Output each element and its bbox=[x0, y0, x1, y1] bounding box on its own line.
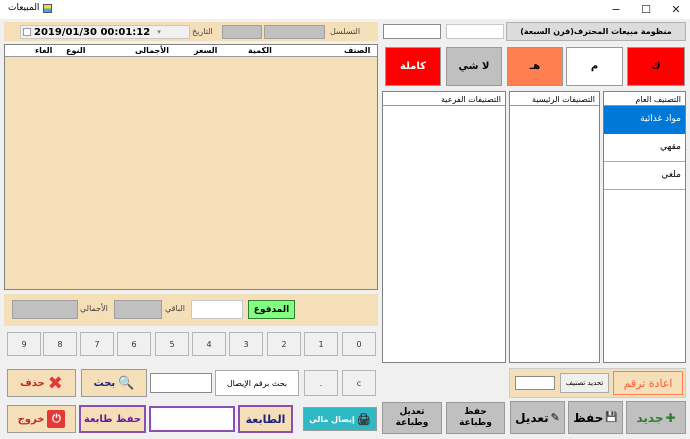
renumber-input[interactable] bbox=[515, 376, 555, 390]
col-item[interactable]: الصنف bbox=[344, 46, 370, 55]
order-h-button[interactable]: هـ bbox=[507, 47, 563, 86]
calendar-dropdown-icon[interactable]: ▾ bbox=[157, 28, 161, 36]
key-1[interactable]: 1 bbox=[304, 332, 338, 356]
paid-field[interactable] bbox=[191, 300, 243, 319]
main-categories-list[interactable]: التصنيفات الرئيسية bbox=[509, 91, 600, 363]
main-categories-header: التصنيفات الرئيسية bbox=[532, 95, 595, 104]
search-icon: 🔍 bbox=[118, 375, 135, 391]
edit-button[interactable]: تعديل ✎ bbox=[510, 401, 565, 434]
floppy-icon: 💾 bbox=[605, 412, 618, 423]
remaining-label: الباقي bbox=[165, 304, 186, 313]
total-label: الأجمالي bbox=[80, 304, 108, 313]
save-print-action-button[interactable]: حفظ وطباعة bbox=[446, 402, 505, 434]
printer-button[interactable]: الطابعة bbox=[238, 405, 293, 433]
save-print-button[interactable]: حفظ طابعة bbox=[79, 405, 146, 433]
renumber-button[interactable]: اعادة ترقم bbox=[613, 371, 683, 395]
top-input-2[interactable] bbox=[446, 24, 504, 39]
edit-print-button[interactable]: تعديل وطباعة bbox=[382, 402, 442, 434]
category-item-cafe[interactable]: مقهي bbox=[604, 134, 685, 162]
date-picker[interactable]: 2019/01/30 00:01:12 ▾ bbox=[20, 25, 190, 39]
app-title-banner: منظومة مبيعات المحترف(فرن السبعة) bbox=[506, 22, 686, 41]
search-receipt-button[interactable]: بحث برقم الإيصال bbox=[215, 370, 299, 396]
order-m-button[interactable]: م bbox=[566, 47, 623, 86]
date-label: التاريخ bbox=[192, 27, 213, 36]
power-icon: ⏻ bbox=[47, 410, 66, 428]
financial-receipt-button[interactable]: إيصال مالي 🖨 bbox=[303, 407, 377, 431]
date-field[interactable] bbox=[222, 25, 262, 39]
grid-header: الصنف الكمية السعر الأجمالى النوع الغاء bbox=[5, 45, 377, 57]
add-icon: ✚ bbox=[665, 410, 676, 425]
category-item-cancelled[interactable]: ملغي bbox=[604, 162, 685, 190]
order-full-button[interactable]: كاملة bbox=[385, 47, 441, 86]
sub-categories-header: التصنيفات الفرعية bbox=[441, 95, 501, 104]
total-field[interactable] bbox=[12, 300, 78, 319]
key-5[interactable]: 5 bbox=[155, 332, 189, 356]
edit-category-button[interactable]: تحديد تصنيف bbox=[560, 373, 609, 393]
key-3[interactable]: 3 bbox=[229, 332, 263, 356]
time-date-value: 2019/01/30 00:01:12 bbox=[34, 26, 151, 38]
sub-categories-list[interactable]: التصنيفات الفرعية bbox=[382, 91, 506, 363]
receipt-number-input[interactable] bbox=[150, 373, 212, 393]
delete-button[interactable]: حذف ✖ bbox=[7, 369, 76, 397]
x-icon: ✖ bbox=[47, 372, 63, 394]
top-input-1[interactable] bbox=[383, 24, 441, 39]
search-button[interactable]: بحث 🔍 bbox=[81, 369, 147, 397]
key-clear[interactable]: c bbox=[342, 370, 376, 396]
save-button[interactable]: حفظ 💾 bbox=[568, 401, 623, 434]
col-price[interactable]: السعر bbox=[194, 46, 217, 55]
col-cancel[interactable]: الغاء bbox=[35, 46, 52, 55]
key-8[interactable]: 8 bbox=[43, 332, 77, 356]
category-item-food[interactable]: مواد غذائية bbox=[604, 106, 685, 134]
pencil-icon: ✎ bbox=[550, 411, 560, 424]
col-total[interactable]: الأجمالى bbox=[135, 46, 169, 55]
maximize-button[interactable]: ☐ bbox=[631, 1, 661, 18]
remaining-field[interactable] bbox=[114, 300, 162, 319]
col-type[interactable]: النوع bbox=[66, 46, 86, 55]
paid-label: المدفوع bbox=[248, 300, 295, 319]
items-grid[interactable]: الصنف الكمية السعر الأجمالى النوع الغاء bbox=[4, 44, 378, 290]
app-icon bbox=[43, 3, 53, 13]
printer-select[interactable] bbox=[149, 406, 235, 432]
order-nothing-button[interactable]: لا شي bbox=[446, 47, 502, 86]
general-category-header: التصنيف العام bbox=[635, 95, 681, 104]
col-qty[interactable]: الكمية bbox=[248, 46, 272, 55]
serial-label: التسلسل bbox=[330, 27, 361, 36]
general-category-list[interactable]: التصنيف العام مواد غذائية مقهي ملغي bbox=[603, 91, 686, 363]
order-k-button[interactable]: ك bbox=[627, 47, 685, 86]
new-button[interactable]: جديد ✚ bbox=[626, 401, 686, 434]
key-dot[interactable]: . bbox=[304, 370, 338, 396]
minimize-button[interactable]: − bbox=[601, 1, 631, 18]
window-title: المبيعات bbox=[8, 3, 53, 13]
key-2[interactable]: 2 bbox=[267, 332, 301, 356]
key-7[interactable]: 7 bbox=[80, 332, 114, 356]
serial-field[interactable] bbox=[264, 25, 325, 39]
title-bar bbox=[0, 0, 690, 19]
close-button[interactable]: ✕ bbox=[661, 1, 690, 18]
key-6[interactable]: 6 bbox=[117, 332, 151, 356]
checkbox-icon[interactable] bbox=[23, 28, 31, 36]
exit-button[interactable]: خروج ⏻ bbox=[7, 405, 76, 433]
key-9[interactable]: 9 bbox=[7, 332, 41, 356]
key-4[interactable]: 4 bbox=[192, 332, 226, 356]
key-0[interactable]: 0 bbox=[342, 332, 376, 356]
printer-icon: 🖨 bbox=[356, 412, 371, 426]
